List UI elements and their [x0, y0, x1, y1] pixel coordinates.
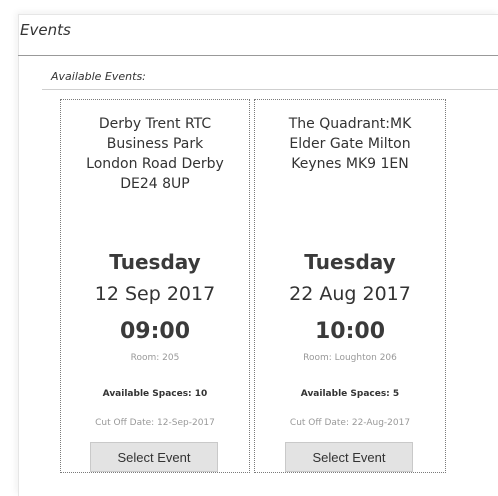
available-events-label: Available Events: [51, 70, 146, 83]
address-line: Derby Trent RTC [98, 116, 212, 132]
cut-off-date: Cut Off Date: 12-Sep-2017 [95, 418, 215, 428]
event-card: The Quadrant:MK Elder Gate Milton Keynes… [254, 99, 446, 473]
available-spaces: Available Spaces: 5 [300, 389, 400, 399]
event-address: Derby Trent RTC Business Park London Roa… [69, 114, 241, 194]
event-room: Room: Loughton 206 [303, 353, 397, 363]
event-time: 09:00 [119, 319, 191, 344]
events-divider [18, 55, 498, 56]
cut-off-date: Cut Off Date: 22-Aug-2017 [289, 418, 411, 428]
address-line: Business Park [106, 136, 204, 152]
address-line: The Quadrant:MK [288, 116, 412, 132]
event-address: The Quadrant:MK Elder Gate Milton Keynes… [263, 114, 437, 174]
event-date: 22 Aug 2017 [289, 283, 411, 305]
event-day: Tuesday [109, 250, 201, 274]
event-room: Room: 205 [130, 353, 180, 363]
address-line: DE24 8UP [120, 176, 190, 192]
event-day: Tuesday [304, 250, 396, 274]
select-event-button[interactable]: Select Event [285, 442, 413, 472]
events-heading: Events [20, 21, 71, 39]
address-line: Elder Gate Milton [289, 136, 411, 152]
address-line: Keynes MK9 1EN [291, 156, 409, 172]
event-cards: Derby Trent RTC Business Park London Roa… [60, 99, 450, 473]
event-date: 12 Sep 2017 [94, 283, 216, 305]
event-time: 10:00 [314, 319, 386, 344]
select-event-button[interactable]: Select Event [90, 442, 218, 472]
available-spaces: Available Spaces: 10 [102, 389, 208, 399]
available-events-divider [42, 89, 498, 90]
address-line: London Road Derby [86, 156, 224, 172]
event-card: Derby Trent RTC Business Park London Roa… [60, 99, 250, 473]
